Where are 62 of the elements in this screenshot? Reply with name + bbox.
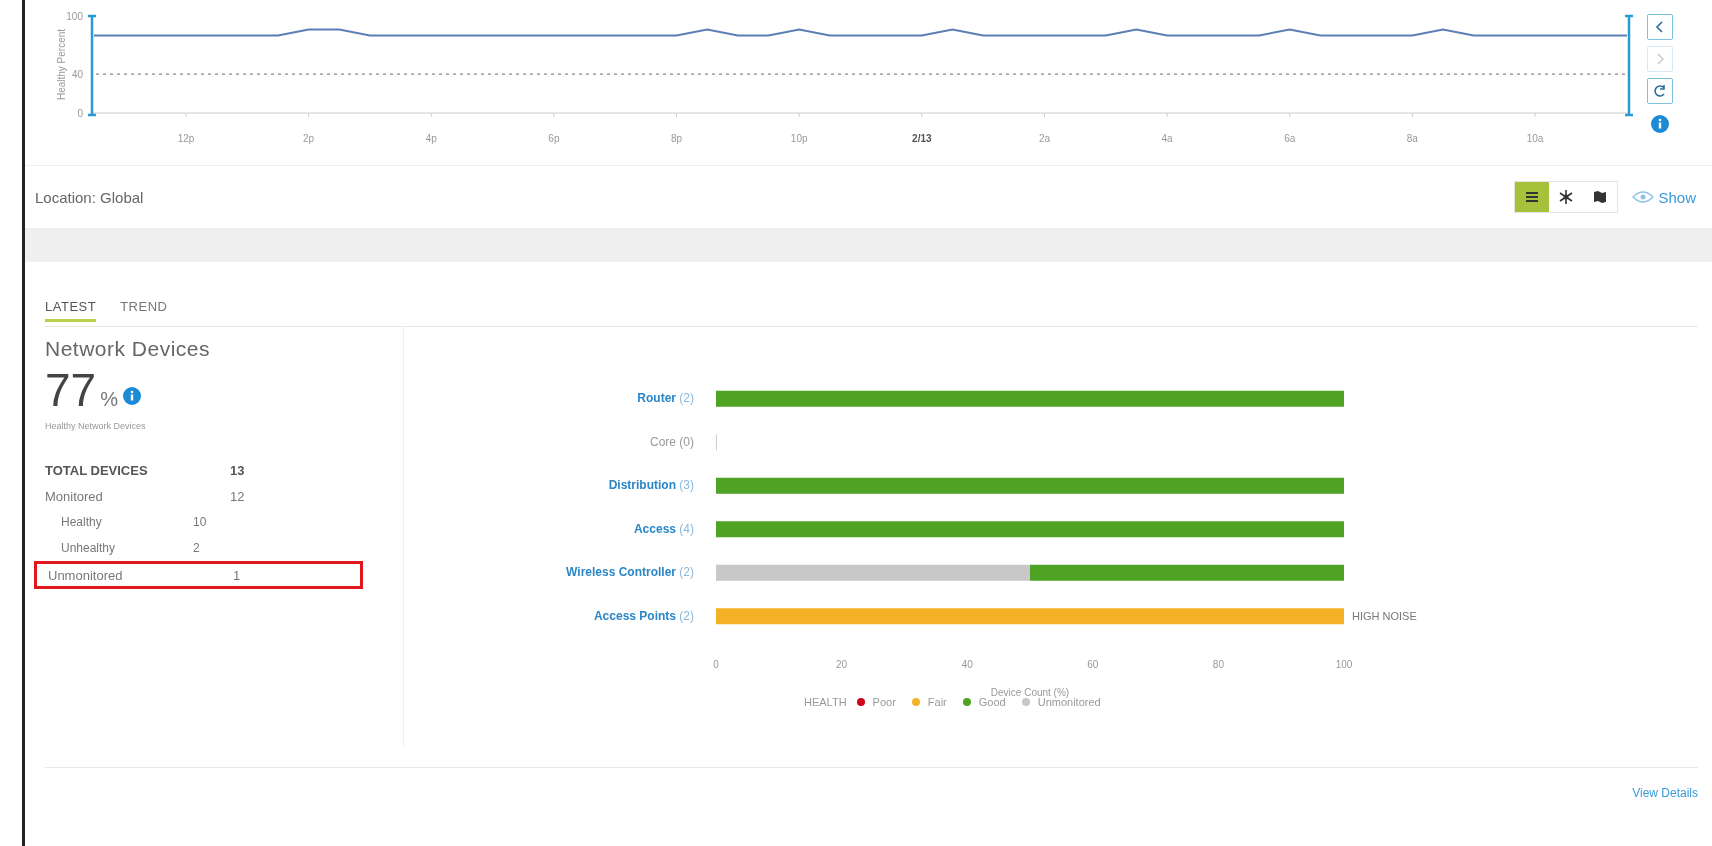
tab[interactable]: TREND [120, 298, 168, 322]
tick-label: 0 [713, 659, 719, 670]
tick-label: 4p [425, 133, 437, 144]
category-label: Core (0) [649, 433, 694, 451]
tick-label: 4a [1161, 133, 1173, 144]
stat-value: 12 [230, 488, 245, 504]
tick-label: 60 [1087, 659, 1099, 670]
stat-value: 2 [193, 541, 200, 555]
tick-label: 2p [303, 133, 315, 144]
category-link[interactable]: Access Points (2) [404, 594, 694, 638]
list-view-button[interactable] [1515, 182, 1550, 212]
show-link[interactable]: Show [1632, 188, 1700, 206]
legend-label: Good [978, 696, 1006, 708]
tick-label: 10p [790, 133, 808, 144]
tick-label: 2/13 [912, 133, 932, 144]
eye-icon [1632, 190, 1655, 204]
bar-note: HIGH NOISE [1352, 610, 1417, 623]
tick-label: 40 [71, 69, 83, 81]
stat-label: Unhealthy [61, 541, 117, 555]
tick-label: 80 [1212, 659, 1224, 670]
tick-label: 20 [836, 659, 848, 670]
axis-title: Healthy Percent [56, 28, 67, 101]
tick-label: 12p [177, 133, 195, 144]
tick-label: 100 [66, 11, 83, 22]
tick-label: 6p [548, 133, 560, 144]
tick-label: 8p [671, 133, 683, 144]
legend-label: Fair [927, 696, 947, 708]
category-link[interactable]: Router (2) [404, 377, 694, 421]
legend-title: HEALTH [804, 696, 847, 708]
category-link[interactable]: Wireless Controller (2) [404, 551, 694, 595]
health-score: 77 [45, 367, 97, 413]
stat-value: 13 [230, 462, 245, 478]
tick-label: 2a [1038, 133, 1050, 144]
tick-label: 6a [1284, 133, 1296, 144]
stat-label: Monitored [45, 488, 104, 504]
category-link[interactable]: Access (4) [404, 507, 694, 551]
info-icon[interactable] [121, 386, 142, 406]
baseline-tick [716, 433, 717, 451]
axis-title: Device Count (%) [990, 687, 1070, 698]
tick-label: 0 [77, 108, 83, 119]
range-handle[interactable] [88, 14, 96, 117]
previous-button[interactable] [1647, 14, 1673, 40]
stat-value: 1 [233, 567, 241, 583]
tick-label: 40 [961, 659, 973, 670]
tab[interactable]: LATEST [45, 298, 97, 322]
tick-label: 8a [1406, 133, 1418, 144]
refresh-button[interactable] [1647, 78, 1673, 104]
caption: Healthy Network Devices [45, 421, 147, 431]
tick-label: 10a [1526, 133, 1544, 144]
category-link[interactable]: Distribution (3) [404, 464, 694, 508]
info-icon[interactable] [1650, 114, 1670, 134]
range-handle[interactable] [1625, 14, 1633, 117]
stat-label: Unmonitored [48, 567, 124, 583]
stat-label: Healthy [61, 515, 103, 529]
stat-value: 10 [193, 515, 207, 529]
legend-label: Poor [872, 696, 896, 708]
view-details-link[interactable]: View Details [1632, 786, 1698, 800]
percent-unit: % [100, 388, 118, 411]
tick-label: 100 [1335, 659, 1353, 670]
stat-label: TOTAL DEVICES [45, 462, 149, 478]
location-label: Location: Global [35, 188, 144, 206]
summary-title: Network Devices [45, 337, 212, 361]
